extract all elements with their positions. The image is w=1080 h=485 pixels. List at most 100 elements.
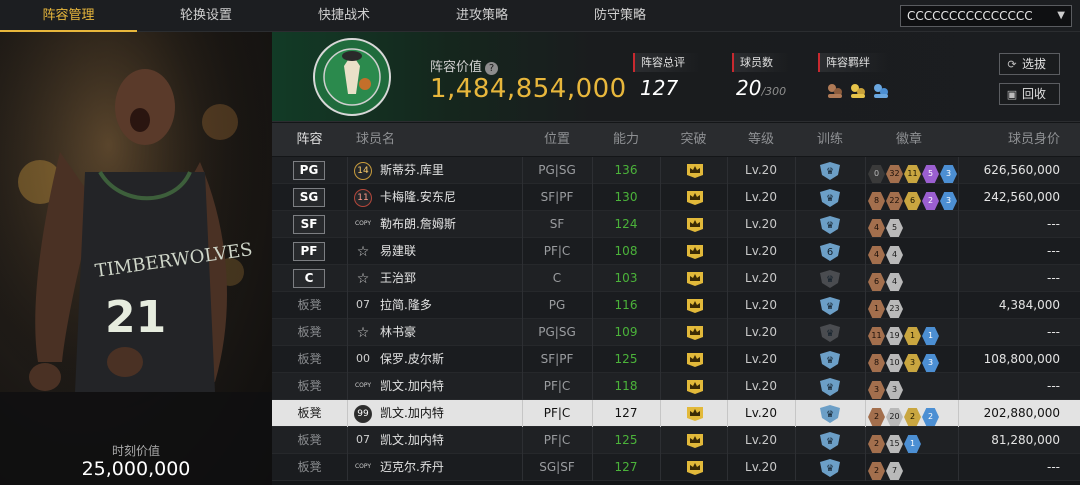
training-shield-icon[interactable]: ♛ [819, 216, 841, 234]
badge-group[interactable]: 64 [868, 269, 904, 291]
lineup-slot-badge[interactable]: SF [293, 215, 325, 234]
lineup-slot-bench[interactable]: 板凳 [272, 292, 347, 319]
column-divider [795, 373, 796, 400]
breakthrough-crown-icon[interactable] [686, 433, 704, 448]
column-divider [958, 454, 959, 481]
player-price: --- [1047, 325, 1060, 339]
tab-lineup-management[interactable]: 阵容管理 [0, 0, 137, 32]
player-name[interactable]: 王治郅 [380, 265, 416, 292]
player-row[interactable]: 板凳 00 保罗.皮尔斯 SF|PF 125 Lv.20 ♛ 8 10 3 3 108… [272, 346, 1080, 373]
player-name[interactable]: 迈克尔.乔丹 [380, 454, 444, 481]
training-shield-icon[interactable]: ♛ [819, 405, 841, 423]
player-row[interactable]: C ☆ 王治郅 C 103 Lv.20 ♛ 64 --- [272, 265, 1080, 292]
training-shield-icon[interactable]: ♛ [819, 351, 841, 369]
training-shield-icon[interactable]: ♛ [819, 378, 841, 396]
jersey-number-icon: COPY [354, 382, 372, 389]
column-divider [865, 184, 866, 211]
bond-icons[interactable] [825, 80, 895, 100]
lineup-slot-bench[interactable]: 板凳 [272, 427, 347, 454]
column-divider [865, 157, 866, 184]
player-name[interactable]: 凯文.加内特 [380, 400, 444, 427]
select-button[interactable]: ⟳ 选拔 [999, 53, 1060, 75]
lineup-slot-bench[interactable]: 板凳 [272, 319, 347, 346]
column-divider [660, 157, 661, 184]
badge-group[interactable]: 44 [868, 242, 904, 264]
badge-group[interactable]: 11 19 1 1 [868, 323, 940, 345]
breakthrough-crown-icon[interactable] [686, 460, 704, 475]
training-shield-icon[interactable]: ♛ [819, 324, 841, 342]
badge-group[interactable]: 8 10 3 3 [868, 350, 940, 372]
player-position: PF|C [543, 379, 571, 393]
breakthrough-crown-icon[interactable] [686, 352, 704, 367]
player-level: Lv.20 [745, 217, 777, 231]
player-row[interactable]: 板凳 COPY 迈克尔.乔丹 SG|SF 127 Lv.20 ♛ 27 --- [272, 454, 1080, 481]
lineup-slot-bench[interactable]: 板凳 [272, 346, 347, 373]
player-row[interactable]: PF ☆ 易建联 PF|C 108 Lv.20 6 44 --- [272, 238, 1080, 265]
player-row[interactable]: 板凳 ☆ 林书豪 PG|SG 109 Lv.20 ♛ 11 19 1 1 --- [272, 319, 1080, 346]
breakthrough-crown-icon[interactable] [686, 271, 704, 286]
breakthrough-crown-icon[interactable] [686, 244, 704, 259]
recycle-button[interactable]: ▣ 回收 [999, 83, 1060, 105]
lineup-slot-badge[interactable]: PG [293, 161, 325, 180]
badge-group[interactable]: 27 [868, 458, 904, 480]
breakthrough-crown-icon[interactable] [686, 325, 704, 340]
player-row[interactable]: 板凳 07 拉简.隆多 PG 116 Lv.20 ♛ 1 23 4,384,000 [272, 292, 1080, 319]
featured-player-panel[interactable]: TIMBERWOLVES 21 时刻价值 25,000,000 [0, 32, 272, 485]
column-divider [795, 292, 796, 319]
overall-value: 127 [640, 76, 679, 100]
badge-group[interactable]: 0 32 11 5 3 [868, 161, 958, 183]
player-row[interactable]: 板凳 99 凯文.加内特 PF|C 127 Lv.20 ♛ 2 20 2 2 202,… [272, 400, 1080, 427]
lineup-slot-badge[interactable]: PF [293, 242, 325, 261]
breakthrough-crown-icon[interactable] [686, 379, 704, 394]
player-name[interactable]: 凯文.加内特 [380, 373, 444, 400]
lineup-slot-badge[interactable]: C [293, 269, 325, 288]
player-name[interactable]: 卡梅隆.安东尼 [380, 184, 456, 211]
badge-group[interactable]: 2 15 1 [868, 431, 922, 453]
player-name[interactable]: 林书豪 [380, 319, 416, 346]
training-shield-icon[interactable]: ♛ [819, 162, 841, 180]
jersey-number-icon: 99 [354, 405, 372, 423]
tab-rotation-settings[interactable]: 轮换设置 [137, 0, 275, 32]
training-shield-icon[interactable]: ♛ [819, 270, 841, 288]
training-shield-icon[interactable]: 6 [819, 243, 841, 261]
account-select[interactable]: CCCCCCCCCCCCCCC ▼ [900, 5, 1072, 27]
lineup-slot-bench[interactable]: 板凳 [272, 400, 347, 427]
player-name[interactable]: 保罗.皮尔斯 [380, 346, 444, 373]
player-name[interactable]: 斯蒂芬.库里 [380, 157, 444, 184]
player-name[interactable]: 勒布朗.詹姆斯 [380, 211, 456, 238]
tab-quick-tactics[interactable]: 快捷战术 [275, 0, 413, 32]
tab-offense-strategy[interactable]: 进攻策略 [413, 0, 551, 32]
training-shield-icon[interactable]: ♛ [819, 459, 841, 477]
tab-defense-strategy[interactable]: 防守策略 [551, 0, 689, 32]
breakthrough-crown-icon[interactable] [686, 406, 704, 421]
player-row[interactable]: PG 14 斯蒂芬.库里 PG|SG 136 Lv.20 ♛ 0 32 11 5 3 6… [272, 157, 1080, 184]
player-row[interactable]: SG 11 卡梅隆.安东尼 SF|PF 130 Lv.20 ♛ 8 22 6 2 3 2… [272, 184, 1080, 211]
badge-group[interactable]: 8 22 6 2 3 [868, 188, 958, 210]
training-shield-icon[interactable]: ♛ [819, 189, 841, 207]
lineup-slot-bench[interactable]: 板凳 [272, 373, 347, 400]
player-price: --- [1047, 379, 1060, 393]
breakthrough-crown-icon[interactable] [686, 217, 704, 232]
badge-group[interactable]: 1 23 [868, 296, 904, 318]
player-row[interactable]: 板凳 COPY 凯文.加内特 PF|C 118 Lv.20 ♛ 33 --- [272, 373, 1080, 400]
breakthrough-crown-icon[interactable] [686, 190, 704, 205]
column-divider [865, 427, 866, 454]
player-name[interactable]: 易建联 [380, 238, 416, 265]
lineup-slot-badge[interactable]: SG [293, 188, 325, 207]
badge-group[interactable]: 33 [868, 377, 904, 399]
lineup-slot-bench[interactable]: 板凳 [272, 454, 347, 481]
badge-silver: 3 [886, 381, 903, 399]
player-name[interactable]: 凯文.加内特 [380, 427, 444, 454]
training-shield-icon[interactable]: ♛ [819, 297, 841, 315]
player-position: SF|PF [540, 190, 574, 204]
badge-group[interactable]: 45 [868, 215, 904, 237]
badge-group[interactable]: 2 20 2 2 [868, 404, 940, 426]
player-name[interactable]: 拉简.隆多 [380, 292, 432, 319]
player-row[interactable]: SF COPY 勒布朗.詹姆斯 SF 124 Lv.20 ♛ 45 --- [272, 211, 1080, 238]
badge-silver: 15 [886, 435, 903, 453]
breakthrough-crown-icon[interactable] [686, 298, 704, 313]
training-shield-icon[interactable]: ♛ [819, 432, 841, 450]
player-row[interactable]: 板凳 07 凯文.加内特 PF|C 125 Lv.20 ♛ 2 15 1 81,28… [272, 427, 1080, 454]
jersey-number-icon: 00 [356, 352, 370, 365]
breakthrough-crown-icon[interactable] [686, 163, 704, 178]
